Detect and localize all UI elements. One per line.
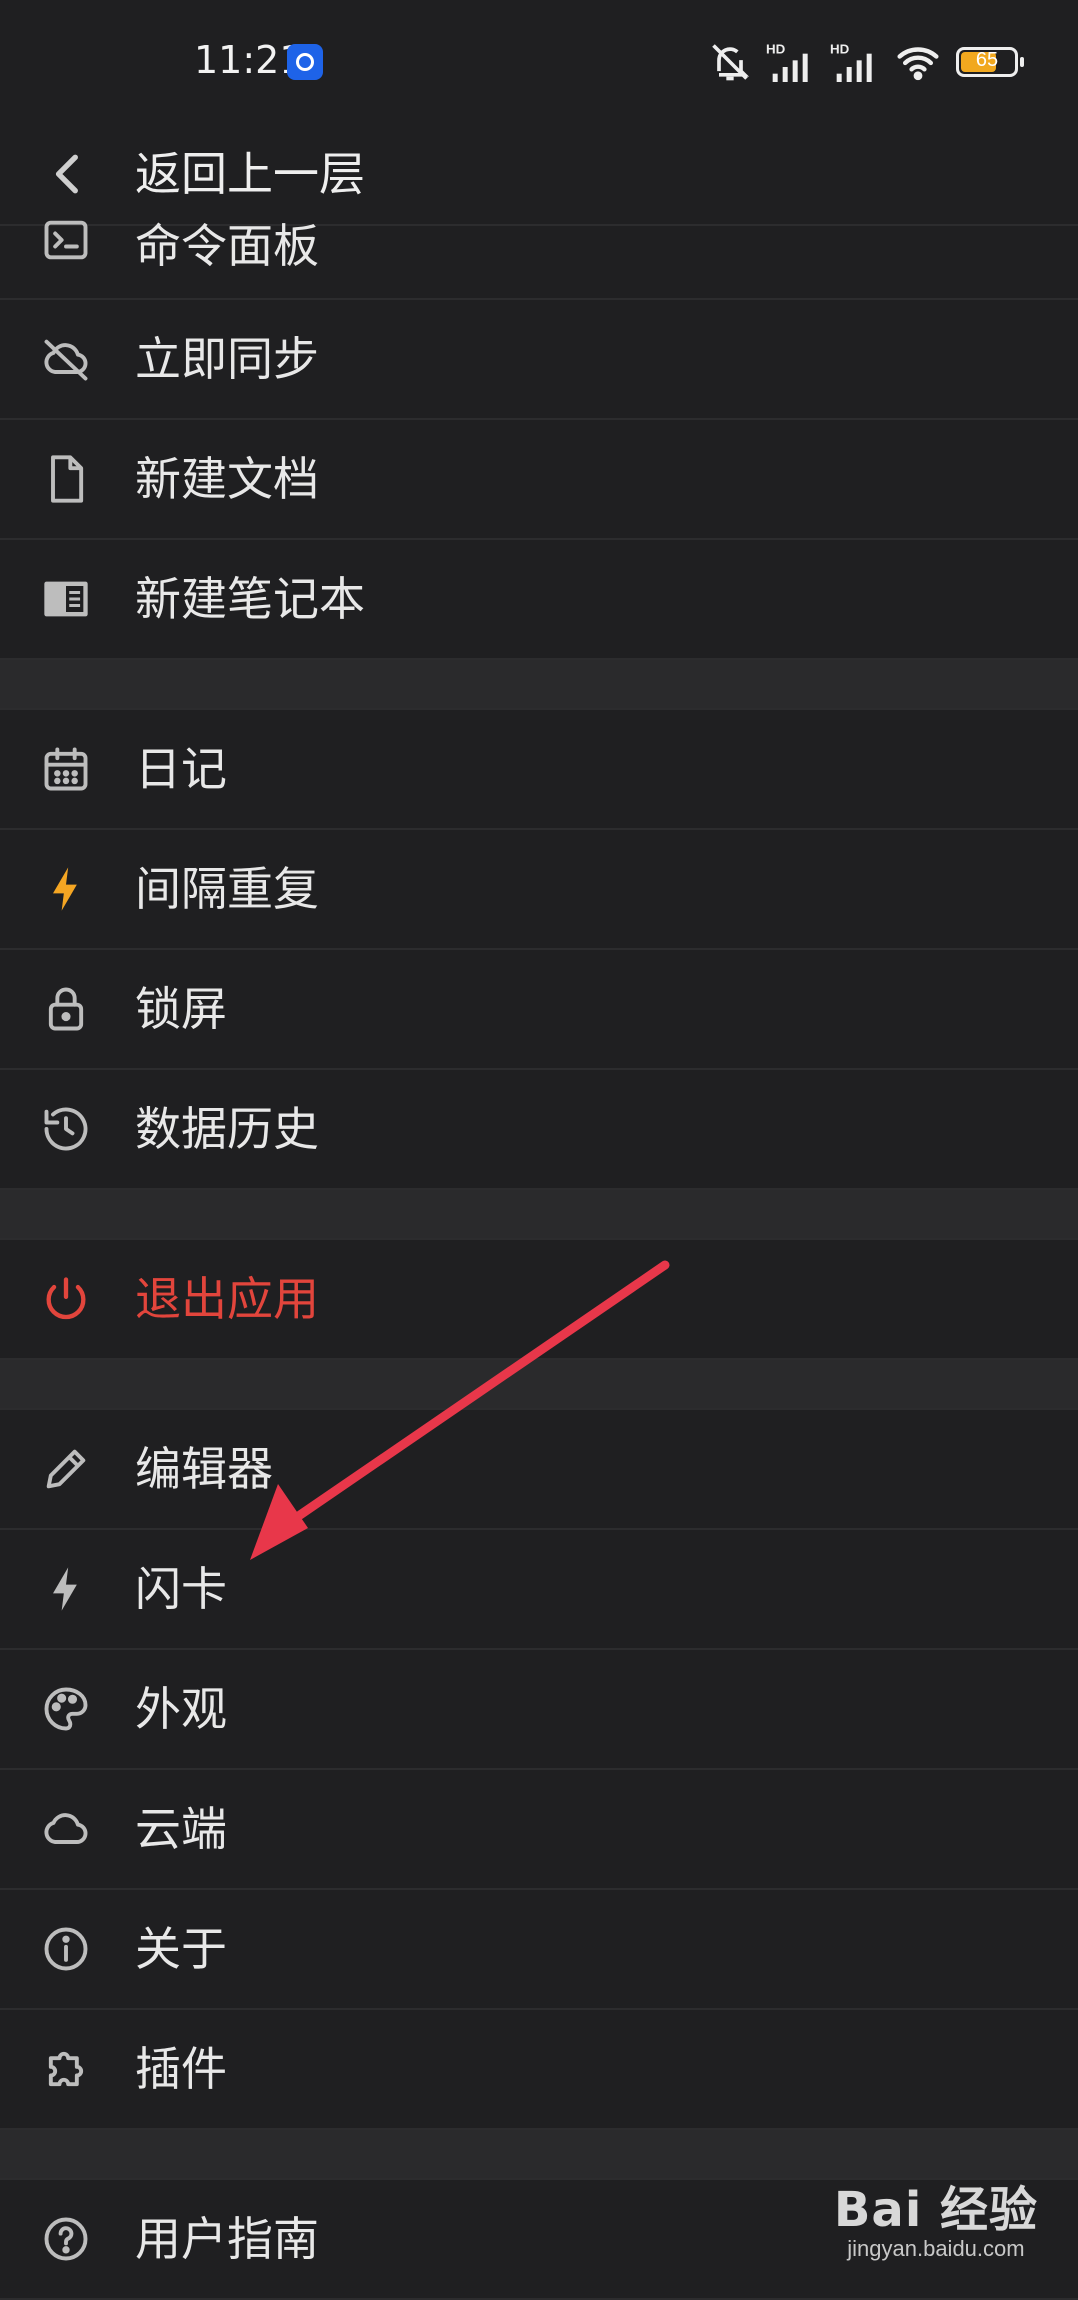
section-divider — [0, 1360, 1078, 1410]
svg-text:HD: HD — [830, 42, 850, 57]
menu-item-cloud[interactable]: 云端 — [0, 1770, 1078, 1890]
app-notification-icon — [287, 44, 323, 80]
status-icons: HD HD 65 — [708, 38, 1024, 86]
signal-hd-icon: HD — [766, 42, 808, 82]
section-divider — [0, 660, 1078, 710]
menu-item-label: 外观 — [135, 1682, 227, 1736]
history-icon — [44, 1107, 88, 1151]
signal-hd-icon: HD — [830, 42, 872, 82]
menu-item-label: 日记 — [135, 742, 227, 796]
menu-item-spaced-repetition[interactable]: 间隔重复 — [0, 830, 1078, 950]
menu-item-label: 关于 — [135, 1922, 227, 1976]
cloud-icon — [44, 1813, 88, 1844]
menu-item-label: 锁屏 — [135, 982, 227, 1036]
menu-item-label: 立即同步 — [135, 332, 319, 386]
baidu-watermark: Bai 经验 jingyan.baidu.com — [834, 2170, 1038, 2262]
menu-item-label: 新建笔记本 — [135, 572, 365, 626]
status-bar: 11:21 HD HD 65 — [0, 0, 1078, 124]
menu-item-label: 云端 — [135, 1802, 227, 1856]
menu-item-label: 插件 — [135, 2042, 227, 2096]
palette-icon — [44, 1687, 88, 1731]
menu-item-label: 退出应用 — [135, 1272, 319, 1326]
menu-item-label: 编辑器 — [135, 1442, 273, 1496]
menu-item-about[interactable]: 关于 — [0, 1890, 1078, 2010]
menu-item-label: 新建文档 — [135, 452, 319, 506]
menu-item-label: 用户指南 — [135, 2212, 319, 2266]
back-header[interactable]: 返回上一层 — [0, 124, 1078, 226]
menu-item-new-document[interactable]: 新建文档 — [0, 420, 1078, 540]
pencil-icon — [46, 1449, 86, 1489]
power-icon — [46, 1277, 86, 1320]
notebook-icon — [44, 581, 88, 617]
section-divider — [0, 1190, 1078, 1240]
menu-item-exit-app[interactable]: 退出应用 — [0, 1240, 1078, 1360]
menu-list: 命令面板 立即同步 新建文档 新建笔记本 日记 间隔重复 锁屏 数据历史 退出应… — [0, 219, 1078, 2300]
menu-item-label: 命令面板 — [135, 219, 319, 273]
lightning-icon — [53, 1567, 77, 1611]
wifi-icon — [897, 47, 939, 81]
chevron-left-icon[interactable] — [44, 146, 94, 202]
menu-item-diary[interactable]: 日记 — [0, 710, 1078, 830]
lock-icon — [48, 987, 84, 1031]
menu-item-command-palette[interactable]: 命令面板 — [0, 219, 1078, 300]
menu-item-data-history[interactable]: 数据历史 — [0, 1070, 1078, 1190]
header-title: 返回上一层 — [135, 147, 365, 201]
menu-item-new-notebook[interactable]: 新建笔记本 — [0, 540, 1078, 660]
battery-level: 65 — [975, 49, 999, 71]
menu-item-appearance[interactable]: 外观 — [0, 1650, 1078, 1770]
watermark-logo: Bai 经验 — [833, 2182, 1038, 2238]
help-icon — [44, 2217, 88, 2261]
menu-item-plugins[interactable]: 插件 — [0, 2010, 1078, 2130]
menu-item-label: 间隔重复 — [135, 862, 319, 916]
lightning-icon — [53, 867, 77, 911]
menu-item-editor[interactable]: 编辑器 — [0, 1410, 1078, 1530]
menu-item-label: 闪卡 — [135, 1562, 227, 1616]
watermark-url: jingyan.baidu.com — [847, 2236, 1025, 2261]
mute-icon — [712, 44, 750, 81]
puzzle-icon — [48, 2051, 84, 2087]
svg-text:HD: HD — [766, 42, 786, 57]
menu-item-sync-now[interactable]: 立即同步 — [0, 300, 1078, 420]
menu-item-lock-screen[interactable]: 锁屏 — [0, 950, 1078, 1070]
calendar-icon — [44, 747, 88, 791]
file-icon — [51, 455, 84, 503]
cloud-off-icon — [44, 339, 88, 381]
terminal-icon — [44, 220, 88, 260]
menu-item-flashcard[interactable]: 闪卡 — [0, 1530, 1078, 1650]
battery-icon: 65 — [956, 47, 1024, 77]
info-icon — [44, 1927, 88, 1971]
menu-item-label: 数据历史 — [135, 1102, 319, 1156]
